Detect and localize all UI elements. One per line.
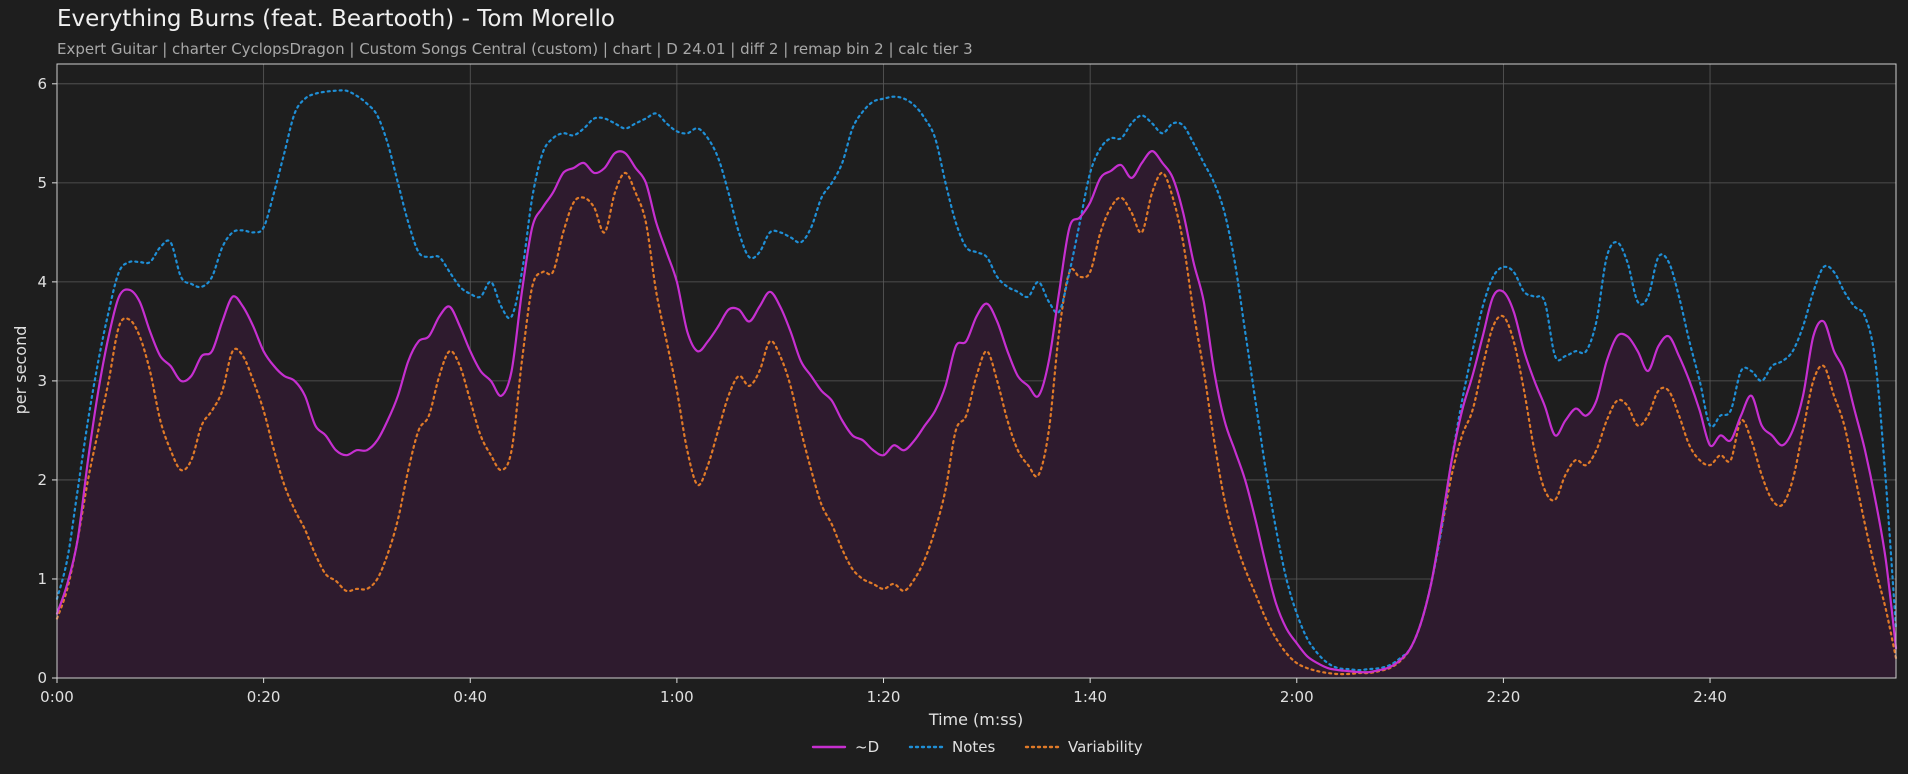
x-tick-label: 1:20 (867, 688, 901, 706)
x-tick-label: 0:20 (247, 688, 281, 706)
y-tick-label: 2 (37, 471, 47, 489)
area-layer (57, 151, 1896, 679)
y-tick-label: 6 (37, 75, 47, 93)
x-tick-label: 2:40 (1693, 688, 1727, 706)
y-tick-label: 1 (37, 570, 47, 588)
density-chart: 0 1 2 3 4 5 6 0:00 0:20 0:40 1:00 1:20 1:40 2:00 2:20 2… (11, 63, 1898, 756)
legend-label: ~D (855, 738, 879, 756)
y-tick-label: 4 (37, 273, 47, 291)
x-tick-label: 0:00 (40, 688, 74, 706)
y-tick-label: 5 (37, 174, 47, 192)
legend-label: Variability (1068, 738, 1143, 756)
legend-label: Notes (952, 738, 996, 756)
x-tick-label: 1:00 (660, 688, 694, 706)
y-tick-label: 0 (37, 669, 47, 687)
x-tick-label: 1:40 (1073, 688, 1107, 706)
x-tick-label: 2:20 (1487, 688, 1521, 706)
x-tick-label: 2:00 (1280, 688, 1314, 706)
series-d-area (57, 151, 1896, 679)
y-axis-label: per second (11, 326, 30, 415)
x-tick-label: 0:40 (453, 688, 487, 706)
chart-figure: Everything Burns (feat. Beartooth) - Tom… (0, 0, 1908, 774)
y-tick-label: 3 (37, 372, 47, 390)
x-axis-label: Time (m:ss) (928, 710, 1023, 729)
legend: ~D Notes Variability (811, 738, 1143, 756)
